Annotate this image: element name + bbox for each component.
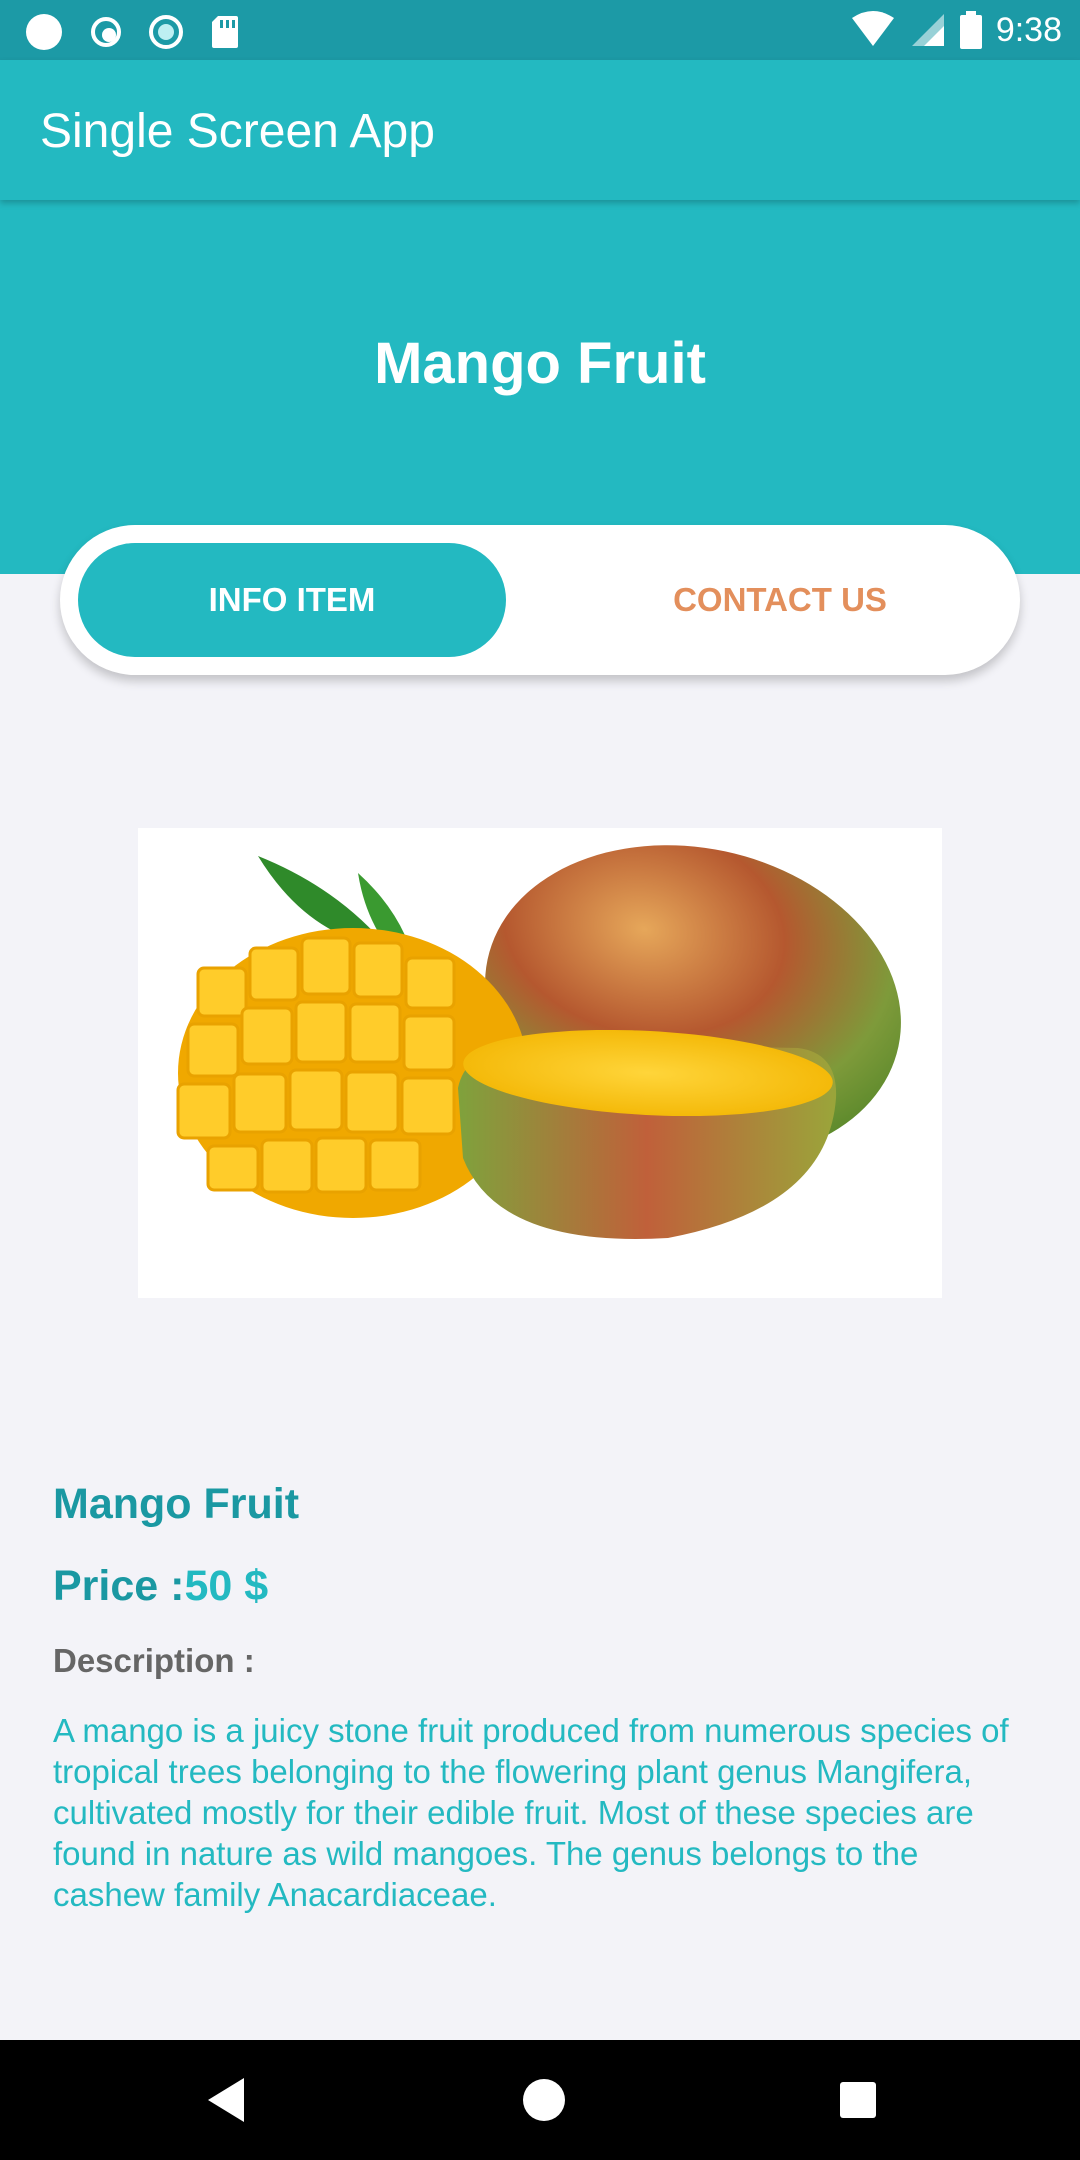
price-row: Price :50 $	[53, 1562, 1033, 1611]
clock: 9:38	[995, 11, 1062, 49]
system-icons: 9:38	[850, 8, 1062, 52]
status-bar: 9:38	[0, 0, 1080, 60]
price-value: 50 $	[184, 1562, 269, 1610]
app-title: Single Screen App	[40, 105, 435, 158]
description-label: Description :	[53, 1642, 255, 1679]
description-text: A mango is a juicy stone fruit produced …	[53, 1712, 1009, 1913]
tab-info-item[interactable]: INFO ITEM	[78, 543, 506, 657]
navigation-bar	[0, 2040, 1080, 2160]
wifi-icon	[851, 11, 894, 46]
notification-icons	[24, 12, 240, 52]
hero-header: Mango Fruit	[0, 200, 1080, 574]
record-icon	[149, 15, 183, 49]
hero-title: Mango Fruit	[374, 331, 706, 396]
cell-signal-icon	[911, 14, 944, 46]
home-icon[interactable]	[514, 2070, 574, 2130]
sd-card-icon	[212, 16, 238, 48]
app-bar: Single Screen App	[0, 60, 1080, 200]
mango-image	[138, 828, 942, 1298]
back-icon[interactable]	[200, 2070, 248, 2130]
tab-contact-us[interactable]: CONTACT US	[560, 543, 1000, 657]
product-name: Mango Fruit	[53, 1480, 300, 1528]
recents-icon[interactable]	[834, 2070, 882, 2130]
circle-icon	[26, 14, 62, 50]
mango-illustration	[176, 845, 901, 1239]
tab-switcher: INFO ITEM CONTACT US	[60, 525, 1020, 675]
price-label: Price :	[53, 1562, 185, 1610]
battery-icon	[959, 11, 982, 49]
sync-icon	[91, 17, 121, 47]
